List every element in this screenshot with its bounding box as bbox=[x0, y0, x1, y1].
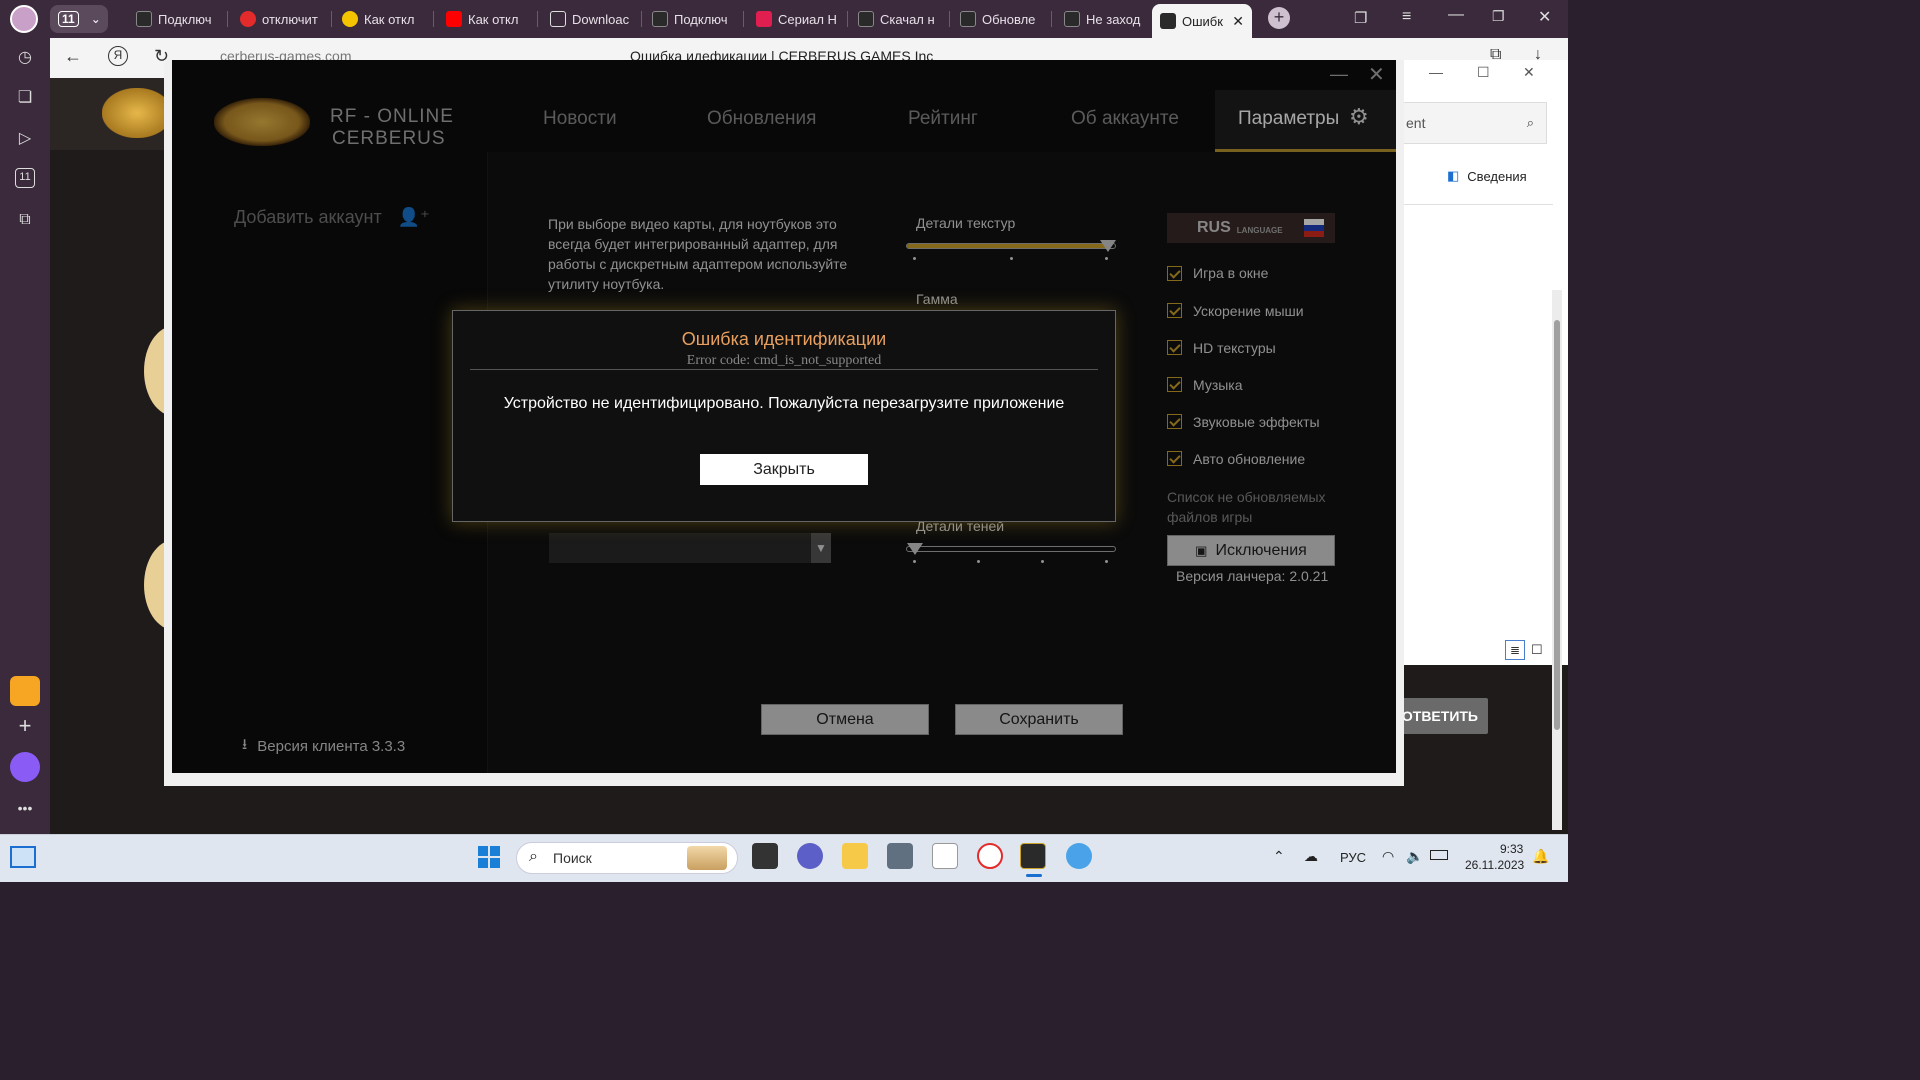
active-app-indicator bbox=[1026, 874, 1042, 877]
deer-search-image-icon bbox=[687, 846, 727, 870]
yandex-browser-icon[interactable] bbox=[977, 843, 1003, 869]
tab-count-badge: 11 bbox=[58, 11, 79, 27]
cerberus-favicon-icon bbox=[1064, 11, 1080, 27]
browser-tab[interactable]: Не заход bbox=[1056, 4, 1152, 34]
input-language[interactable]: РУС bbox=[1340, 850, 1366, 865]
tile-view-icon[interactable]: ☐ bbox=[1531, 642, 1543, 658]
taskbar-search-field[interactable]: ⌕ Поиск bbox=[516, 842, 738, 874]
cerberus-favicon-icon bbox=[858, 11, 874, 27]
search-icon: ⌕ bbox=[529, 848, 538, 865]
error-dialog: Ошибка идентификации Error code: cmd_is_… bbox=[452, 310, 1116, 522]
yandex-favicon-icon bbox=[240, 11, 256, 27]
error-message: Устройство не идентифицировано. Пожалуйс… bbox=[503, 395, 1065, 412]
tabs-11-icon[interactable]: 11 bbox=[15, 168, 35, 188]
notification-bell-icon[interactable]: 🔔 bbox=[1532, 848, 1549, 865]
start-button-icon[interactable] bbox=[478, 846, 500, 868]
details-pane-icon: ◧ bbox=[1447, 168, 1460, 183]
taskbar-search-placeholder: Поиск bbox=[553, 850, 592, 866]
document-favicon-icon bbox=[550, 11, 566, 27]
browser-tab[interactable]: Downloac bbox=[542, 4, 642, 34]
chevron-down-icon: ⌄ bbox=[90, 12, 101, 26]
youtube-favicon-icon bbox=[446, 11, 462, 27]
cerberus-favicon-icon bbox=[136, 11, 152, 27]
collections-icon[interactable]: ❐ bbox=[1354, 9, 1367, 27]
restore-icon[interactable]: ❐ bbox=[1492, 8, 1505, 25]
screenshot-icon[interactable]: ⧉ bbox=[13, 208, 37, 232]
kinopoisk-favicon-icon bbox=[756, 11, 772, 27]
list-view-icon[interactable]: ≣ bbox=[1505, 640, 1525, 660]
teams-icon[interactable] bbox=[797, 843, 823, 869]
error-code: Error code: cmd_is_not_supported bbox=[686, 353, 882, 368]
explorer-search-field[interactable]: ent ⌕ bbox=[1403, 102, 1547, 144]
volume-icon[interactable]: 🔈 bbox=[1406, 848, 1423, 865]
minimize-icon[interactable]: — bbox=[1448, 6, 1464, 24]
cerberus-launcher-icon[interactable] bbox=[1020, 843, 1046, 869]
notes-icon[interactable]: ❏ bbox=[13, 86, 37, 110]
add-icon[interactable]: + bbox=[13, 714, 37, 738]
mail-app-icon[interactable] bbox=[10, 676, 40, 706]
error-title: Ошибка идентификации bbox=[681, 329, 887, 349]
new-tab-button[interactable]: + bbox=[1268, 7, 1290, 29]
globe-icon[interactable] bbox=[1066, 843, 1092, 869]
browser-tab[interactable]: Как откл bbox=[438, 4, 538, 34]
divider bbox=[470, 369, 1098, 370]
browser-sidebar: ◷ ❏ ▷ 11 ⧉ + ••• bbox=[0, 38, 50, 834]
browser-tab[interactable]: Подключ bbox=[644, 4, 744, 34]
browser-tab[interactable]: Сериал Н bbox=[748, 4, 848, 34]
calculator-icon[interactable] bbox=[887, 843, 913, 869]
maximize-icon[interactable]: ☐ bbox=[1477, 64, 1490, 81]
scrollbar-thumb[interactable] bbox=[1554, 320, 1560, 730]
yandex-logo-icon[interactable]: Я bbox=[108, 46, 128, 66]
close-button[interactable]: Закрыть bbox=[700, 454, 868, 485]
widgets-icon[interactable] bbox=[10, 846, 36, 868]
browser-tab[interactable]: Обновле bbox=[952, 4, 1052, 34]
file-explorer-icon[interactable] bbox=[842, 843, 868, 869]
profile-avatar[interactable] bbox=[10, 5, 38, 33]
browser-tab-active[interactable]: Ошибк ✕ bbox=[1152, 4, 1252, 38]
close-tab-icon[interactable]: ✕ bbox=[1232, 13, 1244, 30]
menu-icon[interactable]: ≡ bbox=[1402, 8, 1411, 26]
tab-counter-button[interactable]: 11 ⌄ bbox=[50, 5, 108, 33]
scrollbar[interactable] bbox=[1552, 290, 1562, 830]
search-icon: ⌕ bbox=[1526, 115, 1534, 130]
cloud-off-icon[interactable]: ☁ bbox=[1304, 848, 1318, 865]
clock-time[interactable]: 9:33 bbox=[1500, 842, 1523, 856]
browser-tab[interactable]: отключит bbox=[232, 4, 332, 34]
browser-tab[interactable]: Как откл bbox=[334, 4, 434, 34]
browser-tab[interactable]: Подключ bbox=[128, 4, 228, 34]
clock-date[interactable]: 26.11.2023 bbox=[1465, 858, 1524, 872]
history-icon[interactable]: ◷ bbox=[13, 46, 37, 70]
more-icon[interactable]: ••• bbox=[13, 796, 37, 820]
battery-icon[interactable] bbox=[1430, 850, 1448, 860]
cerberus-favicon-icon bbox=[960, 11, 976, 27]
site-logo-icon bbox=[102, 88, 172, 138]
notepad-icon[interactable] bbox=[932, 843, 958, 869]
taskbar bbox=[0, 834, 1568, 882]
wifi-icon[interactable]: ◠ bbox=[1382, 848, 1394, 865]
minimize-icon[interactable]: — bbox=[1429, 64, 1443, 80]
browser-tab-bar: 11 ⌄ Подключ отключит Как откл Как откл … bbox=[0, 0, 1568, 38]
cerberus-favicon-icon bbox=[1160, 13, 1176, 29]
chevron-up-icon[interactable]: ⌃ bbox=[1273, 848, 1285, 865]
task-view-icon[interactable] bbox=[752, 843, 778, 869]
close-window-icon[interactable]: ✕ bbox=[1538, 7, 1551, 27]
play-favicon-icon bbox=[342, 11, 358, 27]
divider bbox=[1403, 204, 1553, 205]
play-icon[interactable]: ▷ bbox=[13, 127, 37, 151]
browser-tab[interactable]: Скачал н bbox=[850, 4, 950, 34]
alice-assistant-icon[interactable] bbox=[10, 752, 40, 782]
reply-button[interactable]: ОТВЕТИТЬ bbox=[1392, 698, 1488, 734]
details-button[interactable]: ◧ Сведения bbox=[1447, 168, 1527, 184]
close-icon[interactable]: ✕ bbox=[1523, 64, 1535, 81]
back-icon[interactable]: ← bbox=[64, 46, 82, 67]
cerberus-favicon-icon bbox=[652, 11, 668, 27]
explorer-window: — ☐ ✕ ent ⌕ ◧ Сведения ≣ ☐ bbox=[1402, 60, 1568, 665]
